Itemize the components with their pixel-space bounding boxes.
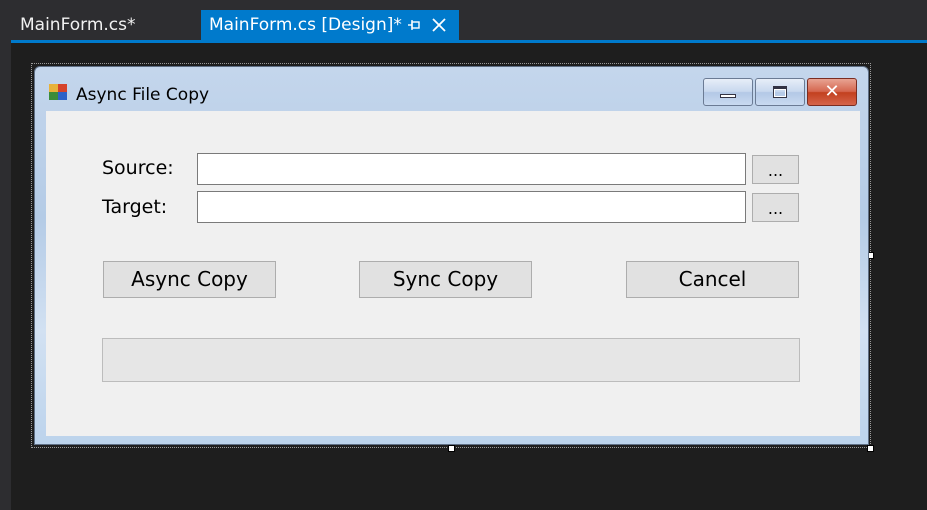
tab-mainform-design[interactable]: MainForm.cs [Design]* <box>201 10 459 40</box>
close-button[interactable]: ✕ <box>807 78 857 106</box>
close-icon[interactable] <box>429 10 449 40</box>
ide-window: MainForm.cs* MainForm.cs [Design]* Async… <box>0 0 927 510</box>
source-label: Source: <box>102 157 174 179</box>
tab-mainform-code[interactable]: MainForm.cs* <box>11 10 201 40</box>
async-copy-button[interactable]: Async Copy <box>103 261 276 298</box>
close-x-icon: ✕ <box>824 81 840 102</box>
target-textbox[interactable] <box>197 191 746 223</box>
document-tab-strip: MainForm.cs* MainForm.cs [Design]* <box>0 0 927 40</box>
resize-handle-bottom[interactable] <box>448 445 455 452</box>
sync-copy-button[interactable]: Sync Copy <box>359 261 532 298</box>
form-title: Async File Copy <box>76 85 210 105</box>
app-icon <box>49 84 67 100</box>
minimize-icon <box>720 94 736 98</box>
resize-handle-bottom-right[interactable] <box>867 445 874 452</box>
left-gutter <box>0 0 11 510</box>
target-label: Target: <box>102 196 168 218</box>
source-textbox[interactable] <box>197 153 746 185</box>
form-client-area: Source: ... Target: ... Async Copy Sync … <box>46 111 860 436</box>
maximize-button[interactable] <box>755 78 805 106</box>
minimize-button[interactable] <box>703 78 753 106</box>
tab-label: MainForm.cs [Design]* <box>209 15 402 35</box>
pin-icon[interactable] <box>406 10 422 40</box>
form-window[interactable]: Async File Copy ✕ Source: ... Target: ..… <box>34 66 869 445</box>
tab-label: MainForm.cs* <box>20 15 136 35</box>
target-browse-button[interactable]: ... <box>752 193 799 222</box>
source-browse-button[interactable]: ... <box>752 155 799 184</box>
progress-bar <box>102 338 800 382</box>
maximize-icon <box>773 86 787 98</box>
cancel-button[interactable]: Cancel <box>626 261 799 298</box>
